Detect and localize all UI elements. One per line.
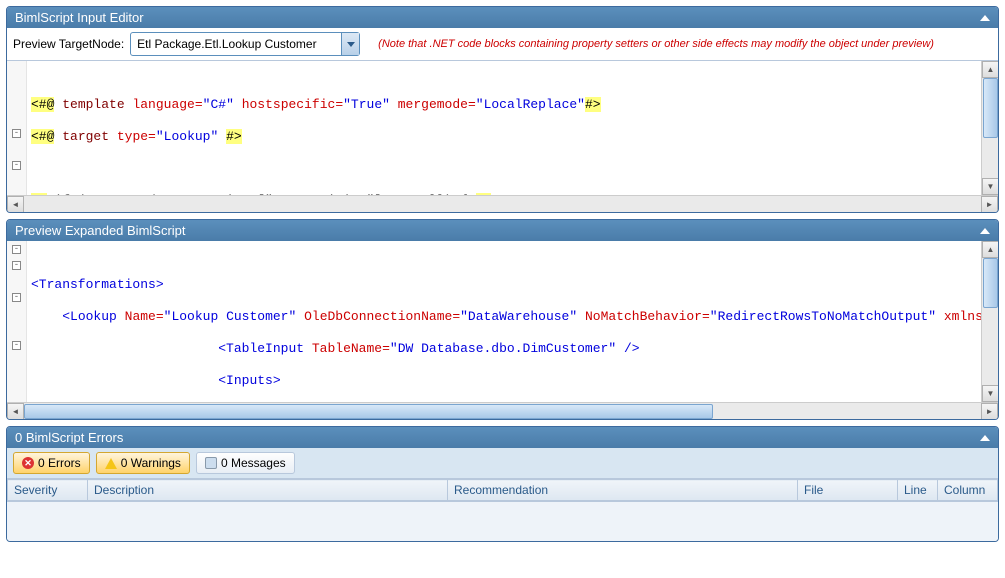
collapse-icon[interactable] — [980, 15, 990, 21]
scroll-down-icon[interactable] — [982, 178, 999, 195]
fold-icon[interactable]: - — [12, 245, 21, 254]
target-node-dropdown[interactable] — [130, 32, 360, 56]
panel-title: 0 BimlScript Errors — [15, 430, 123, 445]
errors-header[interactable]: 0 BimlScript Errors — [7, 427, 998, 448]
scroll-thumb-v[interactable] — [983, 78, 998, 138]
preview-scrollbar-h[interactable] — [7, 402, 998, 419]
fold-icon[interactable]: - — [12, 161, 21, 170]
code-gutter: - - — [7, 61, 27, 195]
preview-scrollbar-v[interactable] — [981, 241, 998, 402]
fold-icon[interactable]: - — [12, 261, 21, 270]
scroll-thumb-h[interactable] — [24, 404, 713, 419]
scroll-left-icon[interactable] — [7, 403, 24, 420]
error-icon: ✕ — [22, 457, 34, 469]
code-gutter: - - - - — [7, 241, 27, 402]
col-severity[interactable]: Severity — [8, 480, 88, 501]
input-scrollbar-h[interactable] — [7, 195, 998, 212]
preview-header[interactable]: Preview Expanded BimlScript — [7, 220, 998, 241]
input-toolbar: Preview TargetNode: (Note that .NET code… — [7, 28, 998, 61]
warnings-filter-button[interactable]: 0 Warnings — [96, 452, 190, 474]
col-file[interactable]: File — [798, 480, 898, 501]
preview-panel: Preview Expanded BimlScript - - - - <Tra… — [6, 219, 999, 420]
scroll-up-icon[interactable] — [982, 61, 999, 78]
preview-code-viewer[interactable]: - - - - <Transformations> <Lookup Name="… — [7, 241, 998, 402]
warning-icon — [105, 458, 117, 469]
scroll-up-icon[interactable] — [982, 241, 999, 258]
dropdown-button[interactable] — [341, 33, 359, 55]
scroll-right-icon[interactable] — [981, 403, 998, 420]
input-editor-panel: BimlScript Input Editor Preview TargetNo… — [6, 6, 999, 213]
errors-table-body — [7, 501, 998, 541]
fold-icon[interactable]: - — [12, 129, 21, 138]
messages-filter-button[interactable]: 0 Messages — [196, 452, 295, 474]
target-node-input[interactable] — [131, 34, 341, 54]
input-code-editor[interactable]: - - <#@ template language="C#" hostspeci… — [7, 61, 998, 195]
panel-title: BimlScript Input Editor — [15, 10, 144, 25]
collapse-icon[interactable] — [980, 435, 990, 441]
scroll-thumb-v[interactable] — [983, 258, 998, 308]
col-recommendation[interactable]: Recommendation — [448, 480, 798, 501]
panel-title: Preview Expanded BimlScript — [15, 223, 186, 238]
preview-note: (Note that .NET code blocks containing p… — [378, 38, 934, 50]
fold-icon[interactable]: - — [12, 341, 21, 350]
col-line[interactable]: Line — [898, 480, 938, 501]
col-description[interactable]: Description — [88, 480, 448, 501]
errors-toolbar: ✕ 0 Errors 0 Warnings 0 Messages — [7, 448, 998, 479]
errors-filter-button[interactable]: ✕ 0 Errors — [13, 452, 90, 474]
errors-panel: 0 BimlScript Errors ✕ 0 Errors 0 Warning… — [6, 426, 999, 542]
target-node-label: Preview TargetNode: — [13, 37, 124, 51]
input-editor-header[interactable]: BimlScript Input Editor — [7, 7, 998, 28]
errors-table: Severity Description Recommendation File… — [7, 479, 998, 501]
fold-icon[interactable]: - — [12, 293, 21, 302]
scroll-down-icon[interactable] — [982, 385, 999, 402]
col-column[interactable]: Column — [938, 480, 998, 501]
scroll-right-icon[interactable] — [981, 196, 998, 213]
message-icon — [205, 457, 217, 469]
collapse-icon[interactable] — [980, 228, 990, 234]
input-scrollbar-v[interactable] — [981, 61, 998, 195]
scroll-left-icon[interactable] — [7, 196, 24, 213]
